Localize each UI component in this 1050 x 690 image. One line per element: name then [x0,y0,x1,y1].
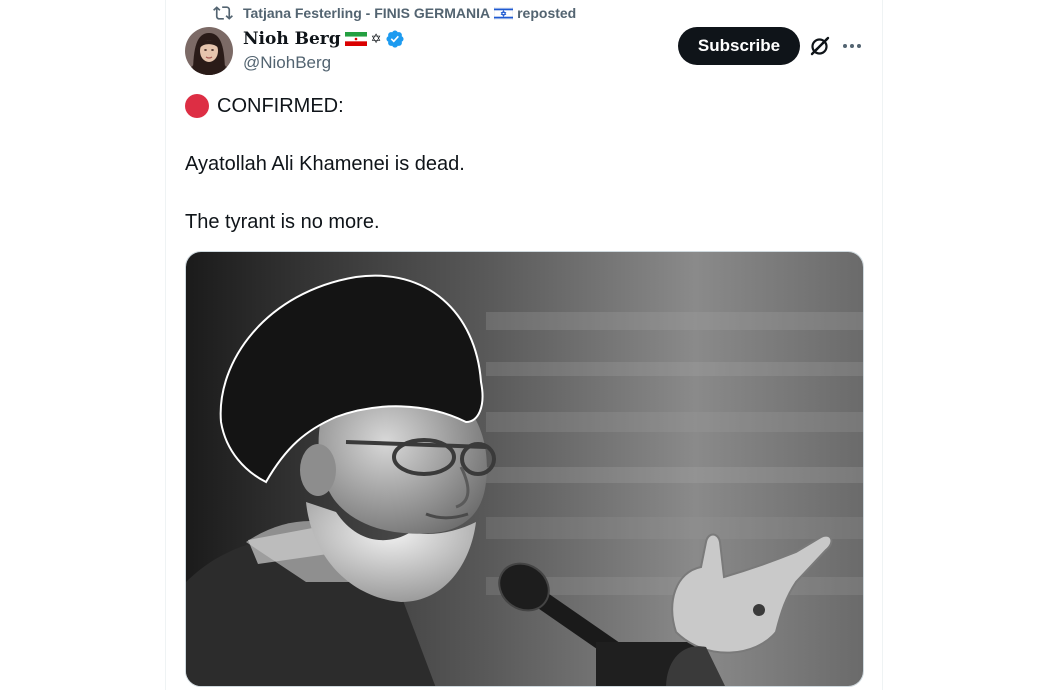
avatar[interactable] [185,27,233,75]
subscribe-button[interactable]: Subscribe [678,27,800,65]
tweet-media-image[interactable] [185,251,864,687]
star-of-david-icon: ✡ [370,31,382,46]
red-circle-icon [185,94,209,118]
tweet-line-2: Ayatollah Ali Khamenei is dead. [185,150,845,178]
grok-icon[interactable] [808,34,832,58]
israel-flag-icon [494,6,514,20]
page: Tatjana Festerling - FINIS GERMANIA repo… [0,0,1050,690]
tweet-text-line-3: The tyrant is no more. [185,211,380,233]
repost-icon [213,6,233,20]
tweet-text-line-2: Ayatollah Ali Khamenei is dead. [185,153,465,175]
more-icon[interactable] [840,34,864,58]
reposter-name[interactable]: Tatjana Festerling - FINIS GERMANIA [243,5,490,21]
author-handle[interactable]: @NiohBerg [243,53,405,73]
repost-header[interactable]: Tatjana Festerling - FINIS GERMANIA repo… [213,3,576,23]
repost-label: reposted [517,5,577,21]
timeline-column: Tatjana Festerling - FINIS GERMANIA repo… [165,0,883,690]
tweet-text: CONFIRMED: Ayatollah Ali Khamenei is dea… [185,92,845,236]
photo-illustration [186,252,863,686]
tweet-line-1: CONFIRMED: [185,92,845,120]
tweet-text-line-1: CONFIRMED: [217,95,344,117]
avatar-image [185,27,233,75]
author-name-row: Nioh Berg ✡ [243,27,405,51]
author-block: Nioh Berg ✡ @NiohBerg [243,27,405,73]
tweet-line-3: The tyrant is no more. [185,208,845,236]
display-name[interactable]: Nioh Berg [243,29,341,49]
iran-flag-icon [344,32,367,46]
verified-badge-icon[interactable] [385,29,405,49]
